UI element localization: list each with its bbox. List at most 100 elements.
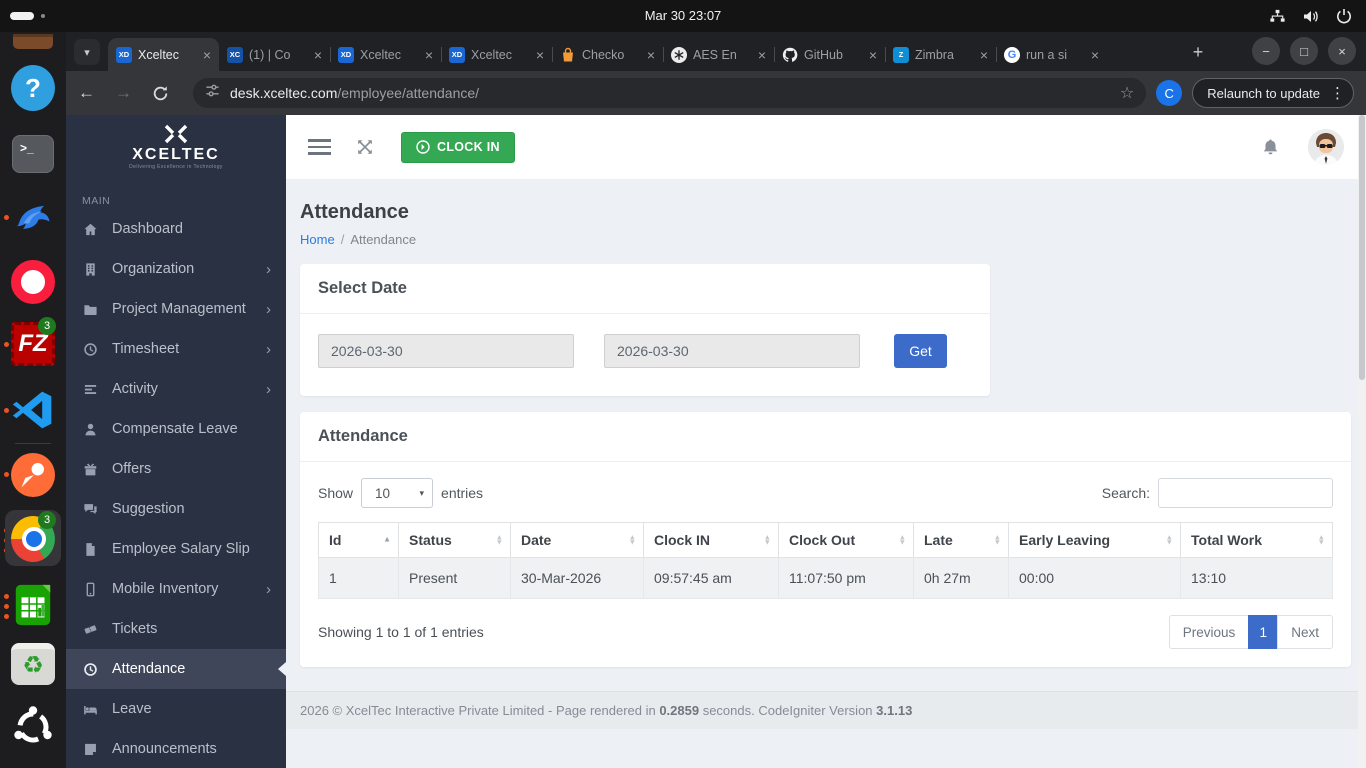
pagination-page-1[interactable]: 1: [1248, 615, 1279, 649]
close-tab-icon[interactable]: ×: [536, 47, 544, 63]
openai-favicon: [671, 46, 687, 63]
system-clock[interactable]: Mar 30 23:07: [0, 0, 1366, 32]
from-date-input[interactable]: [318, 334, 574, 368]
sidebar-item-dashboard[interactable]: Dashboard: [66, 209, 286, 249]
volume-icon[interactable]: [1302, 9, 1320, 24]
tab-search-button[interactable]: ▾: [74, 39, 100, 65]
mobile-icon: [83, 582, 99, 597]
chevron-right-icon: ›: [266, 380, 271, 398]
opera-browser-icon[interactable]: [11, 260, 55, 304]
vscode-app-icon[interactable]: [11, 387, 55, 433]
close-tab-icon[interactable]: ×: [647, 47, 655, 63]
sidebar-item-compensate-leave[interactable]: Compensate Leave: [66, 409, 286, 449]
sidebar-item-employee-salary-slip[interactable]: Employee Salary Slip: [66, 529, 286, 569]
page-title: Attendance: [300, 201, 409, 223]
tab-github[interactable]: GitHub ×: [774, 38, 885, 71]
close-tab-icon[interactable]: ×: [980, 47, 988, 63]
tab-google-search[interactable]: G run a si ×: [996, 38, 1107, 71]
column-header-clock-out[interactable]: Clock Out ▲ ▼: [778, 522, 914, 558]
notifications-bell-icon[interactable]: [1261, 138, 1280, 157]
back-button[interactable]: ←: [78, 83, 95, 103]
column-header-late[interactable]: Late ▲ ▼: [913, 522, 1009, 558]
breadcrumb-home-link[interactable]: Home: [300, 232, 335, 247]
close-tab-icon[interactable]: ×: [425, 47, 433, 63]
clock-in-button[interactable]: CLOCK IN: [401, 131, 515, 163]
sidebar-item-activity[interactable]: Activity ›: [66, 369, 286, 409]
shopping-bag-favicon: [560, 47, 576, 63]
browser-profile-avatar[interactable]: C: [1156, 80, 1183, 106]
sort-icon: ▲ ▼: [898, 532, 906, 546]
document-icon: [83, 542, 99, 557]
close-window-button[interactable]: ×: [1328, 37, 1356, 65]
trash-icon[interactable]: ♻: [11, 643, 55, 685]
sidebar-item-tickets[interactable]: Tickets: [66, 609, 286, 649]
running-dot: [4, 342, 9, 347]
dolphin-file-manager-icon[interactable]: [11, 194, 55, 238]
bookmark-star-icon[interactable]: ☆: [1120, 83, 1134, 103]
tab-co[interactable]: XC (1) | Co ×: [219, 38, 330, 71]
column-header-clock-in[interactable]: Clock IN ▲ ▼: [643, 522, 779, 558]
cell-early-leaving: 00:00: [1008, 557, 1181, 599]
scrollbar-thumb[interactable]: [1359, 115, 1365, 380]
page-length-select[interactable]: 10 ▾: [361, 478, 434, 508]
sidebar-item-attendance[interactable]: Attendance: [66, 649, 286, 689]
running-dot: [4, 604, 9, 609]
sidebar-item-project-management[interactable]: Project Management ›: [66, 289, 286, 329]
sidebar-item-suggestion[interactable]: Suggestion: [66, 489, 286, 529]
boxes-app-icon[interactable]: [11, 34, 55, 49]
column-header-status[interactable]: Status ▲ ▼: [398, 522, 511, 558]
page-scrollbar[interactable]: [1358, 115, 1366, 768]
fullscreen-icon[interactable]: [355, 137, 375, 157]
sidebar-item-offers[interactable]: Offers: [66, 449, 286, 489]
tab-xceltec-3[interactable]: XD Xceltec ×: [441, 38, 552, 71]
terminal-app-icon[interactable]: >_: [11, 135, 55, 173]
xceltec-logo[interactable]: XCELTEC Delivering Excellence in Technol…: [66, 115, 286, 179]
tab-checkout[interactable]: Checko ×: [552, 38, 663, 71]
tab-zimbra[interactable]: Z Zimbra ×: [885, 38, 996, 71]
close-tab-icon[interactable]: ×: [314, 47, 322, 63]
reload-button[interactable]: [152, 85, 169, 102]
sidebar-item-leave[interactable]: Leave: [66, 689, 286, 729]
search-input[interactable]: [1158, 478, 1333, 508]
user-avatar[interactable]: [1308, 129, 1344, 165]
sidebar-item-organization[interactable]: Organization ›: [66, 249, 286, 289]
new-tab-button[interactable]: +: [1186, 40, 1210, 64]
chevron-right-icon: ›: [266, 260, 271, 278]
show-label: Show: [318, 485, 354, 501]
browser-menu-icon[interactable]: ⋮: [1330, 84, 1345, 102]
ubuntu-logo-icon[interactable]: [11, 705, 55, 749]
pagination-previous[interactable]: Previous: [1168, 615, 1250, 649]
postman-app-icon[interactable]: [11, 452, 55, 498]
sidebar-item-timesheet[interactable]: Timesheet ›: [66, 329, 286, 369]
close-tab-icon[interactable]: ×: [203, 47, 211, 63]
to-date-input[interactable]: [604, 334, 860, 368]
network-icon[interactable]: [1269, 9, 1286, 24]
maximize-button[interactable]: □: [1290, 37, 1318, 65]
column-header-id[interactable]: Id ▲: [318, 522, 399, 558]
menu-toggle-icon[interactable]: [308, 139, 331, 155]
tab-xceltec-2[interactable]: XD Xceltec ×: [330, 38, 441, 71]
column-header-date[interactable]: Date ▲ ▼: [510, 522, 644, 558]
libreoffice-calc-icon[interactable]: [11, 582, 55, 628]
sidebar-item-announcements[interactable]: Announcements: [66, 729, 286, 768]
relaunch-to-update-button[interactable]: Relaunch to update ⋮: [1192, 78, 1354, 108]
close-tab-icon[interactable]: ×: [869, 47, 877, 63]
url-field[interactable]: desk.xceltec.com/employee/attendance/ ☆: [193, 78, 1147, 108]
minimize-button[interactable]: −: [1252, 37, 1280, 65]
get-button[interactable]: Get: [894, 334, 947, 368]
column-header-early-leaving[interactable]: Early Leaving ▲ ▼: [1008, 522, 1181, 558]
column-header-total-work[interactable]: Total Work ▲ ▼: [1180, 522, 1333, 558]
pagination-next[interactable]: Next: [1277, 615, 1333, 649]
tab-xceltec-active[interactable]: XD Xceltec ×: [108, 38, 219, 71]
help-app-icon[interactable]: ?: [11, 65, 55, 111]
user-icon: [83, 422, 99, 437]
sort-icon: ▲ ▼: [495, 532, 503, 546]
close-tab-icon[interactable]: ×: [1091, 47, 1099, 63]
forward-button[interactable]: →: [115, 83, 132, 103]
site-settings-icon[interactable]: [205, 83, 220, 103]
power-icon[interactable]: [1336, 8, 1352, 24]
tab-aes[interactable]: AES En ×: [663, 38, 774, 71]
close-tab-icon[interactable]: ×: [758, 47, 766, 63]
xceltec-favicon: XD: [338, 46, 354, 63]
sidebar-item-mobile-inventory[interactable]: Mobile Inventory ›: [66, 569, 286, 609]
